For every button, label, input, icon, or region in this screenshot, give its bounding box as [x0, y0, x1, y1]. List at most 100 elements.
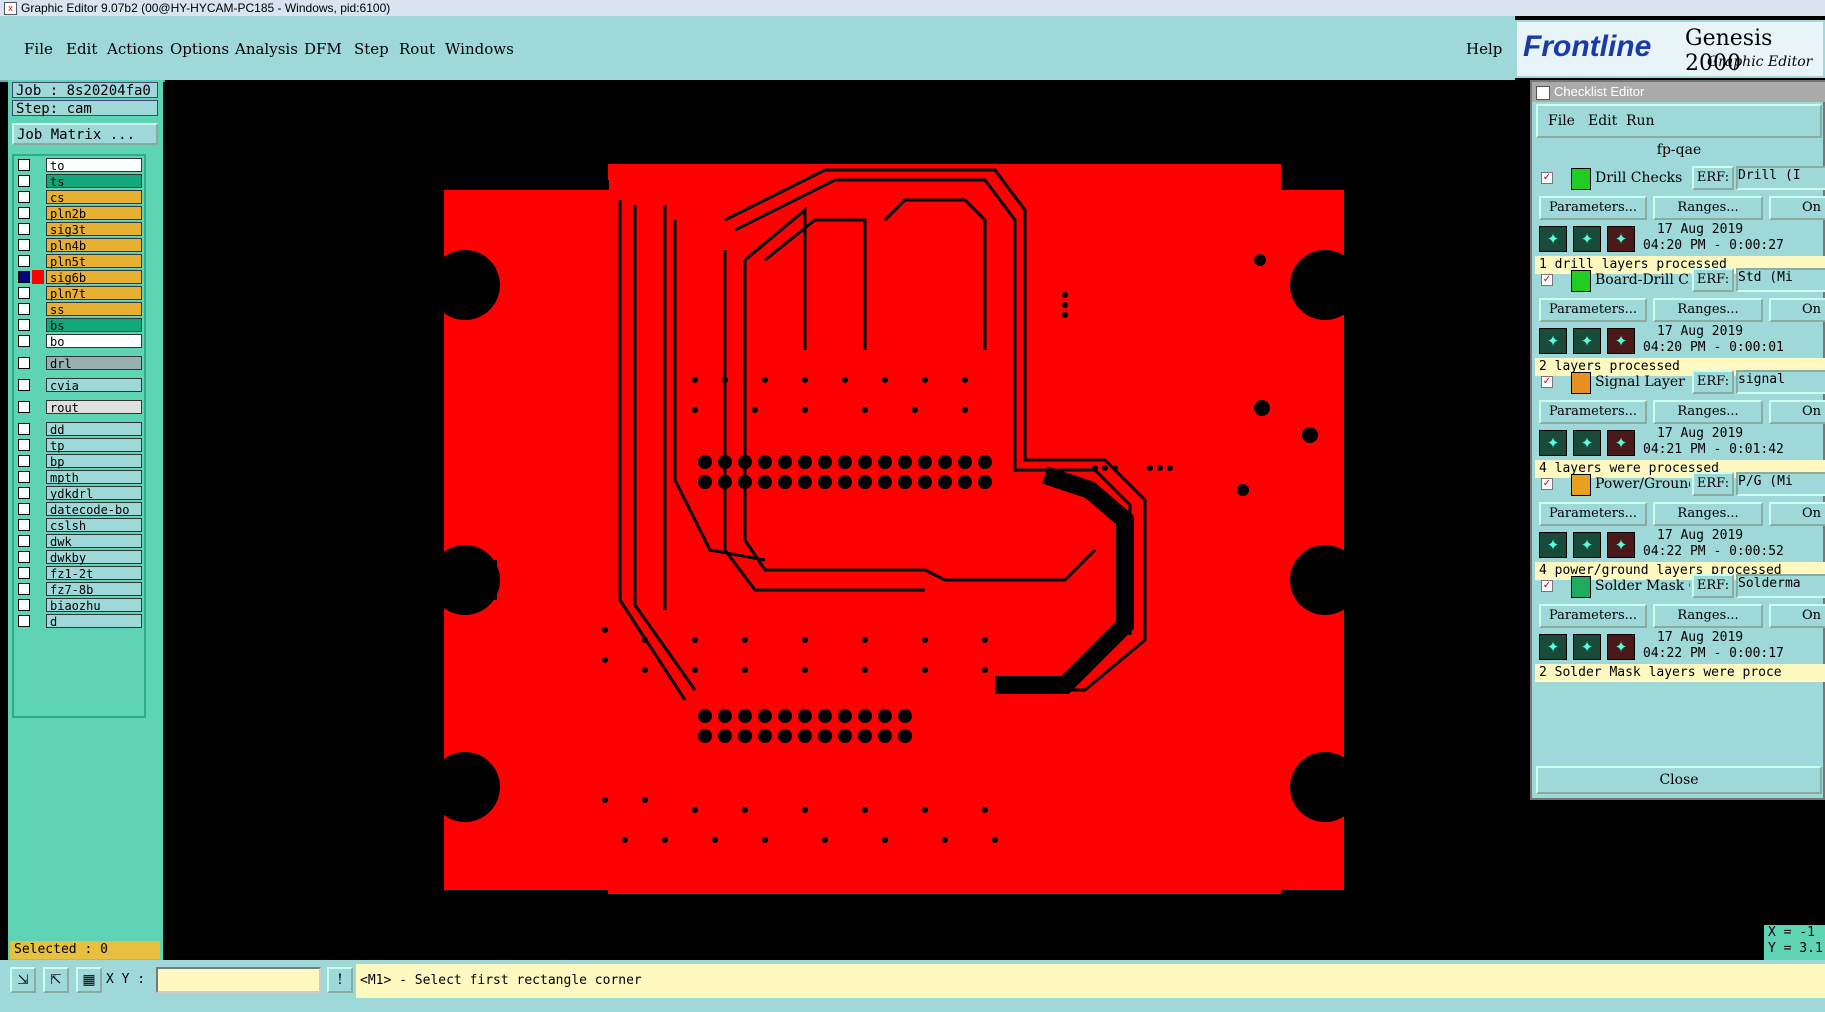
layer-row-pln4b[interactable]: pln4b: [16, 238, 142, 253]
layer-checkbox[interactable]: [18, 207, 30, 219]
checklist-menu-run[interactable]: Run: [1626, 113, 1655, 129]
layer-row-dwk[interactable]: dwk: [16, 534, 142, 549]
menu-actions[interactable]: Actions: [107, 40, 163, 58]
layer-checkbox[interactable]: [18, 379, 30, 391]
menu-dfm[interactable]: DFM: [304, 40, 342, 58]
layer-name[interactable]: bo: [46, 334, 142, 349]
ranges-button[interactable]: Ranges...: [1653, 298, 1763, 322]
layer-name[interactable]: dwkby: [46, 550, 142, 565]
layer-name[interactable]: rout: [46, 400, 142, 415]
layer-checkbox[interactable]: [18, 271, 30, 283]
parameters-button[interactable]: Parameters...: [1539, 502, 1647, 526]
layer-name[interactable]: bs: [46, 318, 142, 333]
run-check-icon[interactable]: ✦: [1539, 226, 1567, 252]
layer-row-bp[interactable]: bp: [16, 454, 142, 469]
layer-row-fz1-2t[interactable]: fz1-2t: [16, 566, 142, 581]
layer-row-ydkdrl[interactable]: ydkdrl: [16, 486, 142, 501]
menu-windows[interactable]: Windows: [445, 40, 514, 58]
check-enabled-checkbox[interactable]: ✓: [1541, 274, 1553, 286]
menu-step[interactable]: Step: [354, 40, 389, 58]
layer-checkbox[interactable]: [18, 503, 30, 515]
layer-row-ss[interactable]: ss: [16, 302, 142, 317]
run-check-icon[interactable]: ✦: [1539, 328, 1567, 354]
run-results-icon[interactable]: ✦: [1607, 532, 1635, 558]
layer-row-sig6b[interactable]: sig6b: [16, 270, 142, 285]
layer-row-cs[interactable]: cs: [16, 190, 142, 205]
on-button[interactable]: On: [1769, 298, 1825, 322]
parameters-button[interactable]: Parameters...: [1539, 298, 1647, 322]
layer-name[interactable]: bp: [46, 454, 142, 469]
layer-row-bo[interactable]: bo: [16, 334, 142, 349]
layer-checkbox[interactable]: [18, 487, 30, 499]
ranges-button[interactable]: Ranges...: [1653, 400, 1763, 424]
layer-name[interactable]: biaozhu: [46, 598, 142, 613]
erf-value[interactable]: P/G (Mi: [1736, 472, 1825, 496]
layer-row-biaozhu[interactable]: biaozhu: [16, 598, 142, 613]
close-button[interactable]: Close: [1536, 766, 1822, 794]
layer-checkbox[interactable]: [18, 175, 30, 187]
layer-name[interactable]: tp: [46, 438, 142, 453]
on-button[interactable]: On: [1769, 502, 1825, 526]
erf-button[interactable]: ERF:: [1692, 166, 1734, 190]
layer-checkbox[interactable]: [18, 287, 30, 299]
checklist-menu-file[interactable]: File: [1548, 113, 1575, 129]
layer-checkbox[interactable]: [18, 455, 30, 467]
xy-input[interactable]: [156, 967, 321, 993]
erf-value[interactable]: signal: [1736, 370, 1825, 394]
checklist-menu-edit[interactable]: Edit: [1588, 113, 1617, 129]
layer-row-mpth[interactable]: mpth: [16, 470, 142, 485]
run-results-icon[interactable]: ✦: [1607, 430, 1635, 456]
parameters-button[interactable]: Parameters...: [1539, 196, 1647, 220]
on-button[interactable]: On: [1769, 400, 1825, 424]
layer-row-d[interactable]: d: [16, 614, 142, 629]
erf-button[interactable]: ERF:: [1692, 574, 1734, 598]
run-step-icon[interactable]: ✦: [1573, 226, 1601, 252]
layer-name[interactable]: to: [46, 158, 142, 173]
layer-row-tp[interactable]: tp: [16, 438, 142, 453]
layer-row-bs[interactable]: bs: [16, 318, 142, 333]
layer-name[interactable]: mpth: [46, 470, 142, 485]
menu-analysis[interactable]: Analysis: [235, 40, 298, 58]
layer-name[interactable]: fz1-2t: [46, 566, 142, 581]
parameters-button[interactable]: Parameters...: [1539, 604, 1647, 628]
menu-options[interactable]: Options: [170, 40, 229, 58]
layer-row-pln7t[interactable]: pln7t: [16, 286, 142, 301]
grid-tool-icon[interactable]: ▦: [76, 967, 102, 993]
run-check-icon[interactable]: ✦: [1539, 634, 1567, 660]
ranges-button[interactable]: Ranges...: [1653, 604, 1763, 628]
layer-row-dwkby[interactable]: dwkby: [16, 550, 142, 565]
layer-name[interactable]: fz7-8b: [46, 582, 142, 597]
layer-row-cvia[interactable]: cvia: [16, 378, 142, 393]
layer-checkbox[interactable]: [18, 567, 30, 579]
layer-checkbox[interactable]: [18, 239, 30, 251]
layer-checkbox[interactable]: [18, 357, 30, 369]
layer-name[interactable]: ydkdrl: [46, 486, 142, 501]
layer-checkbox[interactable]: [18, 535, 30, 547]
layer-row-rout[interactable]: rout: [16, 400, 142, 415]
on-button[interactable]: On: [1769, 604, 1825, 628]
parameters-button[interactable]: Parameters...: [1539, 400, 1647, 424]
layer-name[interactable]: datecode-bo: [46, 502, 142, 517]
layer-checkbox[interactable]: [18, 319, 30, 331]
layer-checkbox[interactable]: [18, 335, 30, 347]
layer-name[interactable]: pln5t: [46, 254, 142, 269]
layer-checkbox[interactable]: [18, 303, 30, 315]
layer-checkbox[interactable]: [18, 223, 30, 235]
layer-checkbox[interactable]: [18, 615, 30, 627]
erf-value[interactable]: Drill (I: [1736, 166, 1825, 190]
erf-button[interactable]: ERF:: [1692, 472, 1734, 496]
layer-row-fz7-8b[interactable]: fz7-8b: [16, 582, 142, 597]
run-check-icon[interactable]: ✦: [1539, 532, 1567, 558]
menu-rout[interactable]: Rout: [399, 40, 435, 58]
zoom-tool-icon[interactable]: ⇲: [10, 967, 36, 993]
layer-name[interactable]: ts: [46, 174, 142, 189]
layer-checkbox[interactable]: [18, 191, 30, 203]
layer-name[interactable]: dwk: [46, 534, 142, 549]
check-enabled-checkbox[interactable]: ✓: [1541, 172, 1553, 184]
layer-checkbox[interactable]: [18, 255, 30, 267]
layer-row-to[interactable]: to: [16, 158, 142, 173]
graphic-canvas[interactable]: [165, 80, 1515, 960]
erf-value[interactable]: Solderma: [1736, 574, 1825, 598]
erf-button[interactable]: ERF:: [1692, 370, 1734, 394]
run-step-icon[interactable]: ✦: [1573, 634, 1601, 660]
